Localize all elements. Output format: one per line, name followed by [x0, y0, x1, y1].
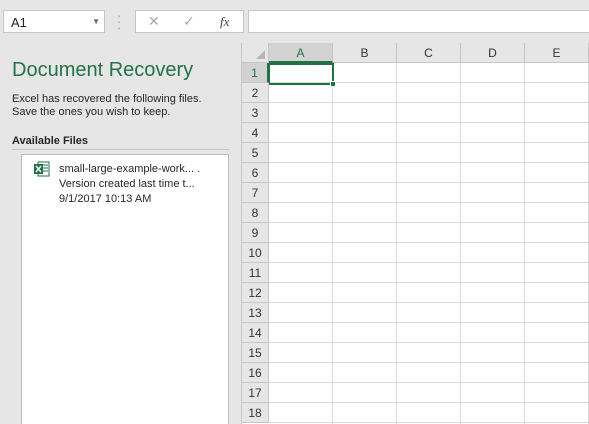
- name-box-value: A1: [11, 15, 27, 30]
- pane-title: Document Recovery: [12, 59, 194, 81]
- row-header-11[interactable]: 11: [242, 263, 269, 283]
- row-header-5[interactable]: 5: [242, 143, 269, 163]
- row-header-16[interactable]: 16: [242, 363, 269, 383]
- available-files-heading: Available Files: [12, 135, 89, 147]
- drag-grip-icon[interactable]: · · ·: [116, 9, 122, 34]
- row-header-8[interactable]: 8: [242, 203, 269, 223]
- select-all-button[interactable]: [242, 43, 269, 63]
- worksheet-grid[interactable]: A B C D E 1 2 3 4 5 6 7 8 9 10 11 12 13 14 15 16 17 18: [241, 43, 589, 424]
- row-header-15[interactable]: 15: [242, 343, 269, 363]
- description-line-2: Save the ones you wish to keep.: [12, 106, 171, 118]
- row-header-3[interactable]: 3: [242, 103, 269, 123]
- pane-description: Excel has recovered the following files.…: [12, 93, 202, 119]
- description-line-1: Excel has recovered the following files.: [12, 93, 202, 105]
- active-cell-a1[interactable]: [268, 63, 334, 85]
- cancel-icon[interactable]: ✕: [148, 13, 160, 30]
- select-all-icon: [256, 50, 265, 59]
- excel-file-icon: [34, 161, 50, 177]
- divider: [12, 149, 229, 150]
- recovered-file-item[interactable]: small-large-example-work... . Version cr…: [22, 155, 228, 207]
- enter-icon[interactable]: ✓: [183, 13, 195, 30]
- fill-handle[interactable]: [330, 81, 336, 87]
- row-header-6[interactable]: 6: [242, 163, 269, 183]
- column-header-d[interactable]: D: [461, 43, 525, 63]
- row-header-14[interactable]: 14: [242, 323, 269, 343]
- insert-function-icon[interactable]: fx: [220, 14, 229, 30]
- row-header-1[interactable]: 1: [242, 63, 269, 83]
- chevron-down-icon[interactable]: ▼: [92, 17, 100, 26]
- formula-bar: A1 ▼ · · · ✕ ✓ fx: [0, 0, 589, 43]
- document-recovery-pane: Document Recovery Excel has recovered th…: [0, 43, 241, 424]
- row-header-18[interactable]: 18: [242, 403, 269, 423]
- formula-input[interactable]: [248, 10, 589, 33]
- file-timestamp: 9/1/2017 10:13 AM: [59, 193, 152, 205]
- column-header-b[interactable]: B: [333, 43, 397, 63]
- row-header-7[interactable]: 7: [242, 183, 269, 203]
- recovered-files-list: small-large-example-work... . Version cr…: [21, 154, 229, 424]
- row-header-12[interactable]: 12: [242, 283, 269, 303]
- file-version: Version created last time t...: [59, 178, 195, 190]
- row-header-17[interactable]: 17: [242, 383, 269, 403]
- row-header-13[interactable]: 13: [242, 303, 269, 323]
- row-header-2[interactable]: 2: [242, 83, 269, 103]
- row-header-4[interactable]: 4: [242, 123, 269, 143]
- cell-area[interactable]: [269, 63, 589, 424]
- column-header-e[interactable]: E: [525, 43, 589, 63]
- file-name: small-large-example-work... .: [59, 163, 201, 175]
- column-header-c[interactable]: C: [397, 43, 461, 63]
- row-header-9[interactable]: 9: [242, 223, 269, 243]
- column-header-a[interactable]: A: [269, 43, 333, 63]
- formula-buttons: ✕ ✓ fx: [135, 10, 244, 33]
- row-header-10[interactable]: 10: [242, 243, 269, 263]
- name-box[interactable]: A1 ▼: [3, 10, 105, 33]
